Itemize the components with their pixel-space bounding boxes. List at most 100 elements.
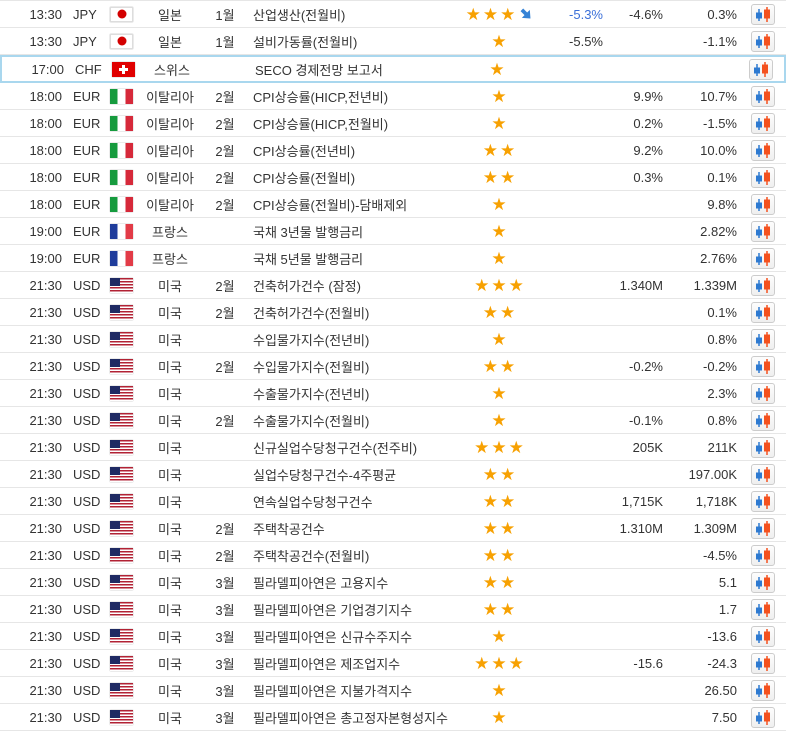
candlestick-chart-button[interactable] [751,275,775,296]
candlestick-chart-button[interactable] [751,410,775,431]
importance-stars: ★★★ [455,439,545,456]
event-name-link[interactable]: 건축허가건수(전월비) [245,303,455,322]
event-name-link[interactable]: CPI상승률(전월비) [245,168,455,187]
importance-stars: ★ [455,88,545,105]
candlestick-chart-button[interactable] [751,140,775,161]
currency-code: USD [70,629,110,644]
candlestick-chart-button[interactable] [751,86,775,107]
candlestick-chart-button[interactable] [751,518,775,539]
importance-stars: ★★ [455,304,545,321]
candlestick-chart-button[interactable] [751,464,775,485]
star-icon: ★ [491,196,508,213]
event-time: 21:30 [0,332,70,347]
forecast-value: 0.2% [605,116,665,131]
reference-month: 3월 [205,627,245,646]
event-name-link[interactable]: 수입물가지수(전월비) [245,357,455,376]
candlestick-chart-button[interactable] [751,356,775,377]
importance-stars: ★★★ [455,277,545,294]
candlestick-chart-button[interactable] [751,599,775,620]
event-name-link[interactable]: 실업수당청구건수-4주평균 [245,465,455,484]
calendar-event-row: 21:30 USD 미국 신규실업수당청구건수(전주비) ★★★ 205K 21… [0,434,786,461]
previous-value: 1,718K [665,494,740,509]
event-name-link[interactable]: 신규실업수당청구건수(전주비) [245,438,455,457]
candlestick-chart-button[interactable] [751,329,775,350]
calendar-event-row: 21:30 USD 미국 연속실업수당청구건수 ★★ 1,715K 1,718K [0,488,786,515]
event-name-link[interactable]: CPI상승률(전월비)-담배제외 [245,195,455,214]
currency-code: USD [70,602,110,617]
country-name: 미국 [135,519,205,538]
candlestick-chart-button[interactable] [751,194,775,215]
reference-month: 3월 [205,681,245,700]
candlestick-chart-button[interactable] [751,437,775,458]
candlestick-chart-button[interactable] [751,653,775,674]
event-name-link[interactable]: CPI상승률(HICP,전년비) [245,87,455,106]
currency-code: USD [70,710,110,725]
candlestick-chart-button[interactable] [751,680,775,701]
calendar-event-row: 18:00 EUR 이탈리아 2월 CPI상승률(HICP,전월비) ★ 0.2… [0,110,786,137]
country-name: 미국 [135,627,205,646]
event-name-link[interactable]: 건축허가건수 (잠정) [245,276,455,295]
event-name-link[interactable]: 주택착공건수 [245,519,455,538]
calendar-event-row: 21:30 USD 미국 2월 주택착공건수(전월비) ★★ -4.5% [0,542,786,569]
candlestick-chart-button[interactable] [749,59,773,80]
event-name-link[interactable]: 산업생산(전월비) [245,5,455,24]
candlestick-chart-button[interactable] [751,383,775,404]
event-time: 18:00 [0,89,70,104]
candlestick-chart-button[interactable] [751,491,775,512]
candlestick-chart-button[interactable] [751,31,775,52]
event-name-link[interactable]: CPI상승률(전년비) [245,141,455,160]
event-name-link[interactable]: 필라델피아연은 기업경기지수 [245,600,455,619]
event-time: 18:00 [0,170,70,185]
forecast-value: 9.2% [605,143,665,158]
event-name-link[interactable]: 설비가동률(전월비) [245,32,455,51]
event-time: 21:30 [0,494,70,509]
currency-code: USD [70,332,110,347]
event-name-link[interactable]: 수출물가지수(전월비) [245,411,455,430]
candlestick-chart-button[interactable] [751,113,775,134]
candlestick-chart-button[interactable] [751,248,775,269]
event-name-link[interactable]: 필라델피아연은 지불가격지수 [245,681,455,700]
country-flag-icon [110,467,133,482]
event-time: 21:30 [0,710,70,725]
currency-code: JPY [70,7,110,22]
event-name-link[interactable]: 필라델피아연은 신규수주지수 [245,627,455,646]
calendar-event-row: 19:00 EUR 프랑스 국채 5년물 발행금리 ★ 2.76% [0,245,786,272]
candlestick-chart-button[interactable] [751,707,775,728]
currency-code: USD [70,440,110,455]
event-name-link[interactable]: SECO 경제전망 보고서 [247,60,453,79]
currency-code: USD [70,494,110,509]
event-name-link[interactable]: 주택착공건수(전월비) [245,546,455,565]
event-name-link[interactable]: 국채 3년물 발행금리 [245,222,455,241]
candlestick-chart-button[interactable] [751,221,775,242]
event-name-link[interactable]: 필라델피아연은 총고정자본형성지수 [245,708,455,727]
event-name-link[interactable]: 수출물가지수(전년비) [245,384,455,403]
country-flag-icon [110,197,133,212]
event-name-link[interactable]: 연속실업수당청구건수 [245,492,455,511]
importance-stars: ★ [455,385,545,402]
country-name: 미국 [135,492,205,511]
candlestick-chart-icon [753,466,773,483]
importance-stars: ★ [455,709,545,726]
candlestick-chart-button[interactable] [751,572,775,593]
country-name: 미국 [135,384,205,403]
event-name-link[interactable]: 수입물가지수(전년비) [245,330,455,349]
candlestick-chart-button[interactable] [751,4,775,25]
reference-month: 2월 [205,357,245,376]
candlestick-chart-button[interactable] [751,626,775,647]
candlestick-chart-icon [753,493,773,510]
previous-value: 197.00K [665,467,740,482]
event-name-link[interactable]: CPI상승률(HICP,전월비) [245,114,455,133]
candlestick-chart-button[interactable] [751,545,775,566]
reference-month: 2월 [205,195,245,214]
candlestick-chart-icon [753,6,773,23]
event-name-link[interactable]: 필라델피아연은 제조업지수 [245,654,455,673]
importance-stars: ★ [453,61,543,78]
country-name: 이탈리아 [135,87,205,106]
star-icon: ★★ [483,601,517,618]
forecast-value: 1,715K [605,494,665,509]
event-name-link[interactable]: 국채 5년물 발행금리 [245,249,455,268]
candlestick-chart-button[interactable] [751,167,775,188]
importance-stars: ★ [455,682,545,699]
candlestick-chart-button[interactable] [751,302,775,323]
event-name-link[interactable]: 필라델피아연은 고용지수 [245,573,455,592]
